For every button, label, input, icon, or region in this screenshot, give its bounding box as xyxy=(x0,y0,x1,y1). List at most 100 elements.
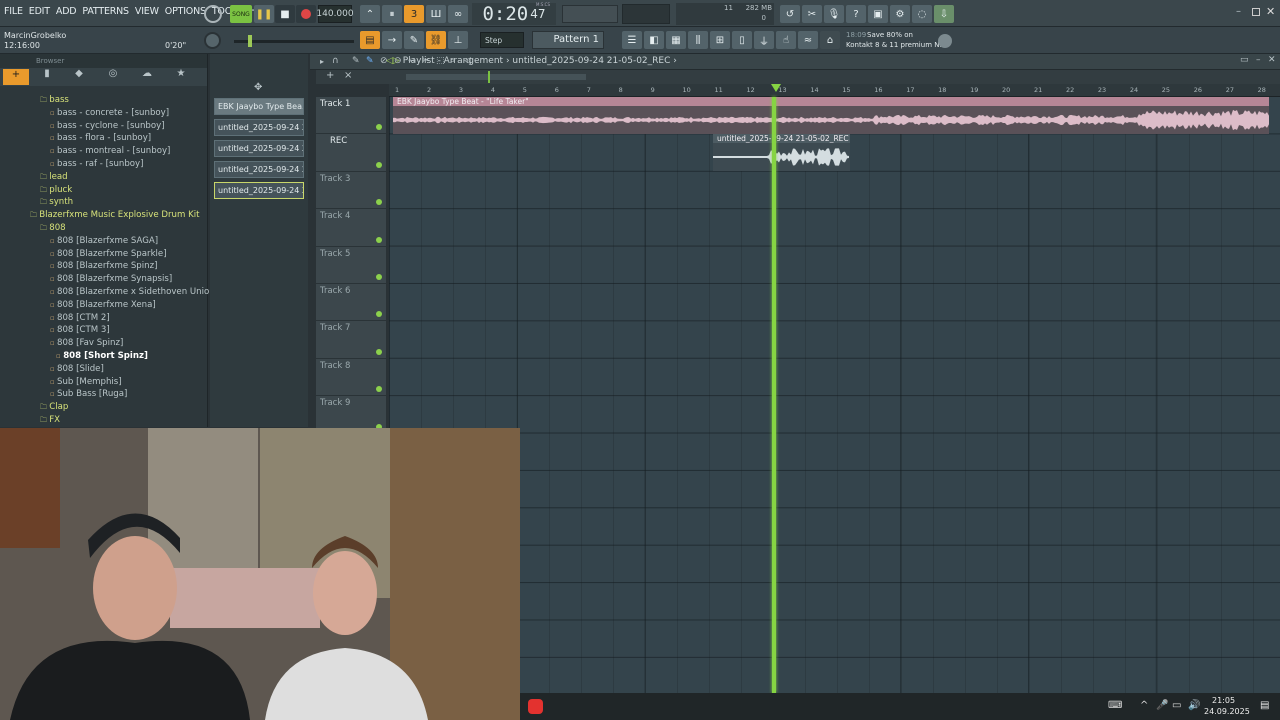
channel-rack-icon[interactable]: ▦ xyxy=(666,31,686,49)
channel-item[interactable]: EBK Jaaybo Type Bea.. xyxy=(214,98,304,115)
browser-item[interactable]: 🗀 Blazerfxme Music Explosive Drum Kit xyxy=(0,209,207,222)
hint-icon[interactable] xyxy=(204,5,222,23)
track-header[interactable]: Track 8 xyxy=(316,359,386,397)
tray-mic-icon[interactable]: 🎤 xyxy=(1156,700,1168,711)
plug-icon[interactable]: ⏚ xyxy=(754,31,774,49)
record-button[interactable] xyxy=(296,5,316,23)
cart-icon[interactable]: ⌂ xyxy=(820,31,840,49)
playhead[interactable] xyxy=(772,97,776,693)
track-header[interactable]: Track 4 xyxy=(316,209,386,247)
browser-item[interactable]: ▫ bass - flora - [sunboy] xyxy=(0,132,207,145)
playlist-minimize-icon[interactable]: – xyxy=(1256,55,1261,65)
playlist-icon[interactable]: ☰ xyxy=(622,31,642,49)
draw-tool-icon[interactable]: ✎ xyxy=(352,56,360,66)
timeline-ruler[interactable]: 1 2 3 4 5 6 7 8 9 10 11 12 13 14 15 16 17 18 19 20 21 22 23 24 2… xyxy=(389,84,1280,97)
metronome-icon[interactable]: ⌃ xyxy=(360,5,380,23)
save-icon[interactable]: ▣ xyxy=(868,5,888,23)
pitch-knob[interactable] xyxy=(204,32,221,49)
stop-button[interactable]: ■ xyxy=(275,5,295,23)
browser-item[interactable]: 🗀 pluck xyxy=(0,184,207,197)
browser-item[interactable]: 🗀 Clap xyxy=(0,401,207,414)
browser-item[interactable]: ▫ 808 [Blazerfxme x Sidethoven Union] xyxy=(0,286,218,299)
minimize-icon[interactable]: – xyxy=(1236,7,1246,18)
master-pitch-slider[interactable] xyxy=(234,40,354,43)
master-volume-slider[interactable] xyxy=(562,5,618,23)
help-icon[interactable]: ? xyxy=(846,5,866,23)
plugin-icon[interactable]: ⚙ xyxy=(890,5,910,23)
loop-record-icon[interactable]: ∞ xyxy=(448,5,468,23)
brush-icon[interactable]: ✎ xyxy=(404,31,424,49)
menu-view[interactable]: VIEW xyxy=(135,6,159,17)
playlist-green-arrow-icon[interactable]: ◁▷ xyxy=(386,56,400,66)
tray-volume-icon[interactable]: 🔊 xyxy=(1188,700,1200,711)
menu-options[interactable]: OPTIONS xyxy=(165,6,206,17)
playlist-close-icon[interactable]: ✕ xyxy=(1268,55,1276,65)
browser-item[interactable]: ▫ 808 [CTM 3] xyxy=(0,324,207,337)
track-enable-led[interactable] xyxy=(376,199,382,206)
stamp-icon[interactable]: ⊥ xyxy=(448,31,468,49)
browser-item[interactable]: ▫ 808 [CTM 2] xyxy=(0,312,207,325)
tray-keyboard-icon[interactable]: ⌨ xyxy=(1108,700,1122,711)
mixer-icon[interactable]: ⫼ xyxy=(688,31,708,49)
track-header[interactable]: Track 3 xyxy=(316,172,386,210)
pattern-mode-icon[interactable]: ▤ xyxy=(360,31,380,49)
channel-item[interactable]: untitled_2025-09-24 21-.. xyxy=(214,140,304,157)
menu-add[interactable]: ADD xyxy=(56,6,77,17)
track-enable-led[interactable] xyxy=(376,348,382,355)
notification-icon[interactable]: ▤ xyxy=(1260,700,1269,711)
play-button[interactable]: ❚❚ xyxy=(254,5,274,23)
browser-projects-icon[interactable]: ◎ xyxy=(96,68,130,86)
browser-item[interactable]: ▫ bass - raf - [sunboy] xyxy=(0,158,207,171)
browser-item[interactable]: ▫ 808 [Blazerfxme Spinz] xyxy=(0,260,207,273)
snap-selector[interactable]: Step xyxy=(480,32,524,48)
channel-item[interactable]: untitled_2025-09-24 21-.. xyxy=(214,161,304,178)
beat-clip[interactable]: EBK Jaaybo Type Beat - "Life Taker" xyxy=(393,97,1269,134)
link-icon[interactable]: ⛓ xyxy=(426,31,446,49)
browser-item[interactable]: ▫ bass - concrete - [sunboy] xyxy=(0,107,207,120)
slider-handle[interactable] xyxy=(248,35,252,47)
playhead-marker-icon[interactable] xyxy=(771,84,781,92)
track-enable-led[interactable] xyxy=(376,311,382,318)
browser-plugins-icon[interactable]: ◆ xyxy=(62,68,96,86)
browser-item[interactable]: ▫ 808 [Blazerfxme SAGA] xyxy=(0,235,207,248)
browser-item[interactable]: ▫ 808 [Blazerfxme Xena] xyxy=(0,299,207,312)
channel-item[interactable]: untitled_2025-09-24 21-.. xyxy=(214,182,304,199)
add-track-icon[interactable]: + xyxy=(326,70,334,81)
magnet-icon[interactable]: ∩ xyxy=(332,56,339,66)
undo-icon[interactable]: ↺ xyxy=(780,5,800,23)
browser-item[interactable]: 🗀 lead xyxy=(0,171,207,184)
menu-edit[interactable]: EDIT xyxy=(29,6,50,17)
browser-item[interactable]: ▫ bass - montreal - [sunboy] xyxy=(0,145,207,158)
playlist-restore-icon[interactable]: ▭ xyxy=(1240,55,1249,65)
paint-tool-icon[interactable]: ✎ xyxy=(366,56,374,66)
close-icon[interactable]: ✕ xyxy=(1266,5,1275,18)
browser-item[interactable]: 🗀 bass xyxy=(0,94,207,107)
mic-icon[interactable]: 🎙 xyxy=(824,5,844,23)
browser-files-icon[interactable]: ▮ xyxy=(32,68,62,86)
browser-item[interactable]: ▫ 808 [Blazerfxme Synapsis] xyxy=(0,273,207,286)
browser-item[interactable]: ▫ Sub [Memphis] xyxy=(0,376,207,389)
track-enable-led[interactable] xyxy=(376,273,382,280)
browser-item[interactable]: 🗀 synth xyxy=(0,196,207,209)
song-mode-button[interactable]: SONG xyxy=(230,5,252,23)
browser-item[interactable]: ▫ 808 [Fav Spinz] xyxy=(0,337,207,350)
scroll-overview[interactable] xyxy=(406,74,586,80)
arrow-icon[interactable]: → xyxy=(382,31,402,49)
browser-star-icon[interactable]: ★ xyxy=(164,68,198,86)
youtube-icon[interactable] xyxy=(528,699,543,714)
browser-item[interactable]: 🗀 808 xyxy=(0,222,207,235)
download-icon[interactable]: ⇩ xyxy=(934,5,954,23)
track-enable-led[interactable] xyxy=(376,161,382,168)
piano-roll-icon[interactable]: ◧ xyxy=(644,31,664,49)
touch-icon[interactable]: ☝ xyxy=(776,31,796,49)
track-enable-led[interactable] xyxy=(376,124,382,131)
news-line2[interactable]: Kontakt 8 & 11 premium N. xyxy=(846,41,942,49)
browser-icon[interactable]: ⊞ xyxy=(710,31,730,49)
chat-icon[interactable]: ◌ xyxy=(912,5,932,23)
blend-notes-icon[interactable]: Ш xyxy=(426,5,446,23)
browser-item[interactable]: 🗀 FX xyxy=(0,414,207,427)
countdown-icon[interactable]: 3 xyxy=(404,5,424,23)
playlist-grid[interactable]: EBK Jaaybo Type Beat - "Life Taker" unti… xyxy=(389,97,1280,693)
remove-track-icon[interactable]: × xyxy=(344,70,352,81)
tempo-display[interactable]: 140.000 xyxy=(316,5,354,23)
